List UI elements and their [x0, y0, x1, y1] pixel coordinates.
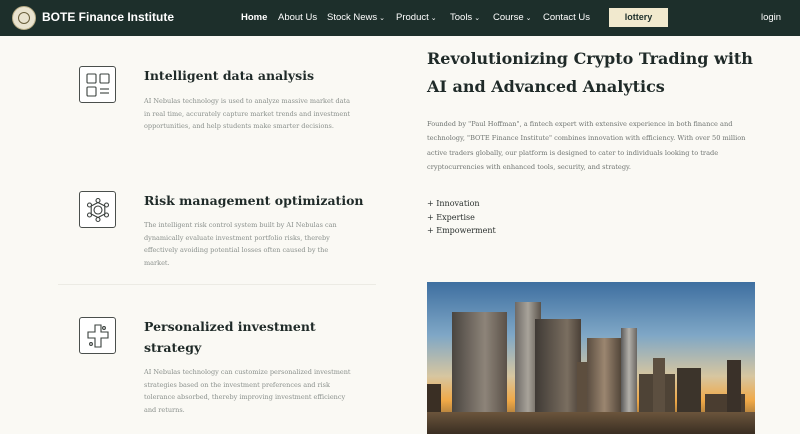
nav-home[interactable]: Home	[241, 12, 267, 23]
puzzle-cross-icon	[79, 317, 116, 354]
institute-logo-icon[interactable]	[12, 6, 36, 30]
city-skyline-image	[427, 282, 755, 434]
nav-about-us[interactable]: About Us	[278, 12, 317, 23]
value-item: + Empowerment	[427, 226, 496, 235]
feature-description: AI Nebulas technology can customize pers…	[144, 368, 351, 414]
nav-stock-news-label: Stock News	[327, 12, 378, 23]
foreground-rooftops	[427, 412, 755, 434]
nav-product-label: Product	[396, 12, 429, 23]
chevron-down-icon: ⌄	[430, 15, 437, 22]
nav-stock-news[interactable]: Stock News ⌄	[327, 12, 385, 23]
login-link[interactable]: login	[761, 12, 781, 23]
nav-course-label: Course	[493, 12, 524, 23]
hero-title: Revolutionizing Crypto Trading with AI a…	[427, 49, 753, 96]
top-navbar: BOTE Finance Institute Home About Us Sto…	[0, 0, 800, 36]
feature-description: AI Nebulas technology is used to analyze…	[144, 97, 351, 130]
feature-title: Intelligent data analysis	[144, 68, 315, 83]
value-item: + Expertise	[427, 212, 475, 222]
nav-tools[interactable]: Tools ⌄	[450, 12, 480, 23]
feature-title: Risk management optimization	[144, 193, 364, 208]
lottery-button[interactable]: lottery	[609, 8, 668, 27]
chevron-down-icon: ⌄	[379, 15, 386, 22]
value-item: + Innovation	[427, 199, 480, 208]
nav-contact-us[interactable]: Contact Us	[543, 12, 590, 23]
nav-home-label: Home	[241, 12, 268, 23]
chevron-down-icon: ⌄	[474, 15, 481, 22]
hero-description: Founded by "Paul Hoffman", a fintech exp…	[427, 120, 746, 171]
chevron-down-icon: ⌄	[525, 15, 532, 22]
grid-chart-icon	[79, 66, 116, 103]
nav-course[interactable]: Course ⌄	[493, 12, 532, 23]
brand-name[interactable]: BOTE Finance Institute	[42, 10, 174, 24]
nav-about-us-label: About Us	[278, 12, 318, 23]
feature-description: The intelligent risk control system buil…	[144, 221, 337, 267]
nav-tools-label: Tools	[450, 12, 473, 23]
section-divider	[58, 284, 376, 285]
network-hexagon-icon	[79, 191, 116, 228]
nav-contact-us-label: Contact Us	[543, 12, 590, 23]
nav-product[interactable]: Product ⌄	[396, 12, 437, 23]
value-list: + Innovation + Expertise + Empowerment	[427, 197, 496, 238]
feature-title: Personalized investment strategy	[144, 319, 316, 355]
